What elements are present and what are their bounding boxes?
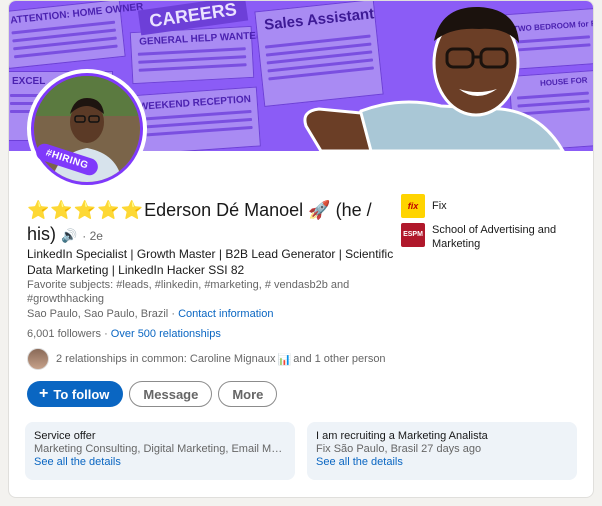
profile-actions: + To follow Message More — [27, 381, 278, 407]
follow-button[interactable]: + To follow — [27, 381, 124, 407]
recruiting-title: I am recruiting a Marketing Analista — [316, 430, 488, 442]
profile-name: Ederson Dé Manoel — [144, 200, 304, 220]
banner-person-photo — [303, 6, 565, 151]
more-button[interactable]: More — [218, 381, 278, 407]
espm-logo: ESPM — [401, 223, 425, 247]
service-offer-card[interactable]: Service offer Marketing Consulting, Digi… — [25, 422, 295, 480]
mutual-connections[interactable]: 2 relationships in common: Caroline Mign… — [27, 348, 386, 370]
newspaper-clipping: ATTENTION: HOME OWNER — [9, 1, 144, 70]
profile-name-row: ⭐⭐⭐⭐⭐Ederson Dé Manoel 🚀 (he / his) 🔊 · … — [27, 198, 397, 248]
message-button[interactable]: Message — [129, 381, 213, 407]
banner-text: EXCEL — [12, 76, 46, 87]
company-name: Fix — [432, 200, 447, 212]
follow-label: To follow — [53, 386, 110, 402]
service-offer-title: Service offer — [34, 430, 96, 442]
recruiting-details-link[interactable]: See all the details — [316, 456, 568, 469]
newspaper-clipping: GENERAL HELP WANTED — [129, 25, 263, 85]
fix-logo: fix — [401, 194, 425, 218]
star-rating-emoji: ⭐⭐⭐⭐⭐ — [27, 200, 145, 220]
school-name: School of Advertising and Marketing — [432, 224, 557, 250]
mutual-connections-suffix: and 1 other person — [293, 353, 386, 365]
speaker-icon[interactable]: 🔊 — [61, 228, 77, 243]
newspaper-clipping: WEEKEND RECEPTION — [127, 86, 261, 151]
followers-count: 6,001 followers — [27, 328, 101, 340]
service-offer-description: Marketing Consulting, Digital Marketing,… — [34, 443, 286, 455]
rocket-emoji: 🚀 — [308, 200, 331, 220]
profile-subjects: Favorite subjects: #leads, #linkedin, #m… — [27, 279, 350, 305]
service-offer-details-link[interactable]: See all the details — [34, 456, 286, 469]
education-school[interactable]: ESPM School of Advertising and Marketing — [401, 223, 571, 251]
chart-emoji: 📊 — [277, 353, 292, 366]
plus-icon: + — [39, 385, 49, 402]
connection-degree: · 2e — [82, 229, 103, 243]
followers-row: 6,001 followers · Over 500 relationships — [27, 328, 221, 340]
contact-information-link[interactable]: Contact information — [178, 308, 273, 320]
mutual-connections-text: 2 relationships in common: Caroline Mign… — [56, 353, 276, 365]
relationships-link[interactable]: Over 500 relationships — [111, 328, 221, 340]
profile-location-row: Sao Paulo, Sao Paulo, Brazil · Contact i… — [27, 308, 274, 320]
banner-text: ATTENTION: HOME OWNER — [9, 1, 144, 27]
banner-text: WEEKEND RECEPTION — [138, 93, 252, 113]
profile-location: Sao Paulo, Sao Paulo, Brazil — [27, 308, 169, 320]
recruiting-card[interactable]: I am recruiting a Marketing Analista Fix… — [307, 422, 577, 480]
mutual-avatar — [27, 348, 49, 370]
profile-headline: LinkedIn Specialist | Growth Master | B2… — [27, 247, 394, 277]
current-company[interactable]: fix Fix — [401, 194, 447, 218]
recruiting-description: Fix São Paulo, Brasil 27 days ago — [316, 443, 482, 455]
profile-card: ATTENTION: HOME OWNER EXCEL GENERAL HELP… — [8, 0, 594, 498]
